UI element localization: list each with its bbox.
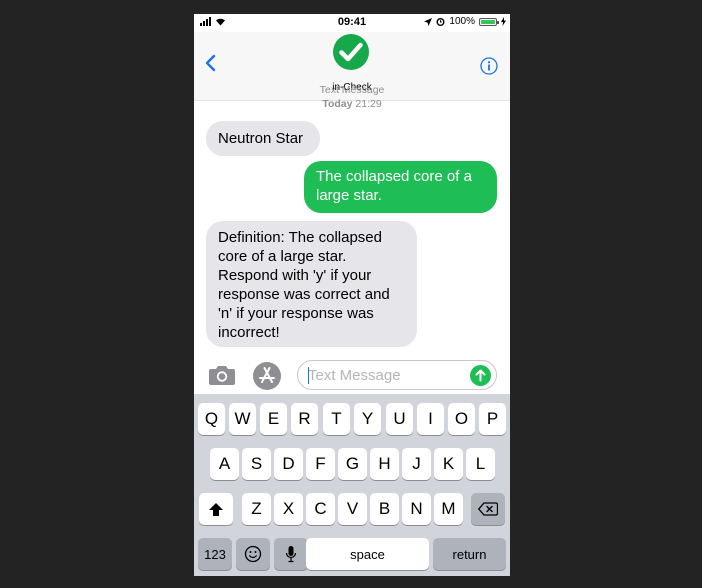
messages-screen: 09:41 100% in-Check Text Message Today 2…	[194, 14, 510, 576]
battery-icon	[479, 17, 499, 26]
camera-icon[interactable]	[208, 364, 236, 386]
send-arrow-icon	[475, 369, 486, 382]
key-i[interactable]: I	[417, 403, 444, 435]
shift-key[interactable]	[199, 493, 233, 525]
key-t[interactable]: T	[323, 403, 350, 435]
numbers-key[interactable]: 123	[198, 538, 232, 570]
key-l[interactable]: L	[466, 448, 495, 480]
key-b[interactable]: B	[370, 493, 399, 525]
send-button[interactable]	[470, 365, 491, 386]
key-z[interactable]: Z	[242, 493, 271, 525]
key-f[interactable]: F	[306, 448, 335, 480]
key-s[interactable]: S	[242, 448, 271, 480]
key-n[interactable]: N	[402, 493, 431, 525]
app-store-icon[interactable]	[252, 361, 282, 391]
key-y[interactable]: Y	[354, 403, 381, 435]
message-received[interactable]: Definition: The collapsed core of a larg…	[206, 221, 417, 347]
return-key[interactable]: return	[433, 538, 506, 570]
message-received[interactable]: Neutron Star	[206, 121, 320, 156]
status-bar: 09:41 100%	[194, 14, 510, 32]
key-o[interactable]: O	[448, 403, 475, 435]
key-h[interactable]: H	[370, 448, 399, 480]
key-q[interactable]: Q	[198, 403, 225, 435]
chevron-left-icon[interactable]	[204, 54, 216, 72]
info-icon[interactable]	[480, 57, 498, 75]
microphone-icon	[285, 546, 297, 563]
key-m[interactable]: M	[434, 493, 463, 525]
key-d[interactable]: D	[274, 448, 303, 480]
message-sent[interactable]: The collapsed core of a large star.	[304, 161, 497, 213]
message-timestamp: Today 21:29	[194, 98, 510, 110]
key-x[interactable]: X	[274, 493, 303, 525]
timestamp-day: Today	[322, 98, 353, 110]
emoji-key[interactable]	[236, 538, 270, 570]
location-arrow-icon	[424, 17, 433, 26]
keyboard: Q W E R T Y U I O P A S D F G H J K L Z …	[194, 394, 510, 576]
backspace-key[interactable]	[471, 493, 505, 525]
text-cursor	[308, 367, 309, 384]
charging-bolt-icon	[501, 17, 506, 26]
key-c[interactable]: C	[306, 493, 335, 525]
key-k[interactable]: K	[434, 448, 463, 480]
checkmark-icon	[339, 42, 363, 62]
key-a[interactable]: A	[210, 448, 239, 480]
microphone-key[interactable]	[274, 538, 308, 570]
key-w[interactable]: W	[229, 403, 256, 435]
key-v[interactable]: V	[338, 493, 367, 525]
contact-avatar[interactable]	[333, 34, 369, 70]
backspace-icon	[478, 502, 498, 516]
timestamp-time: 21:29	[355, 98, 382, 110]
shift-icon	[209, 502, 223, 516]
message-input[interactable]	[297, 360, 497, 390]
service-label: Text Message	[319, 84, 385, 96]
battery-percent: 100%	[449, 16, 475, 27]
key-u[interactable]: U	[386, 403, 413, 435]
key-r[interactable]: R	[291, 403, 318, 435]
alarm-icon	[436, 18, 445, 26]
emoji-icon	[244, 545, 262, 563]
key-e[interactable]: E	[260, 403, 287, 435]
space-key[interactable]: space	[306, 538, 429, 570]
key-j[interactable]: J	[402, 448, 431, 480]
key-p[interactable]: P	[479, 403, 506, 435]
key-g[interactable]: G	[338, 448, 367, 480]
